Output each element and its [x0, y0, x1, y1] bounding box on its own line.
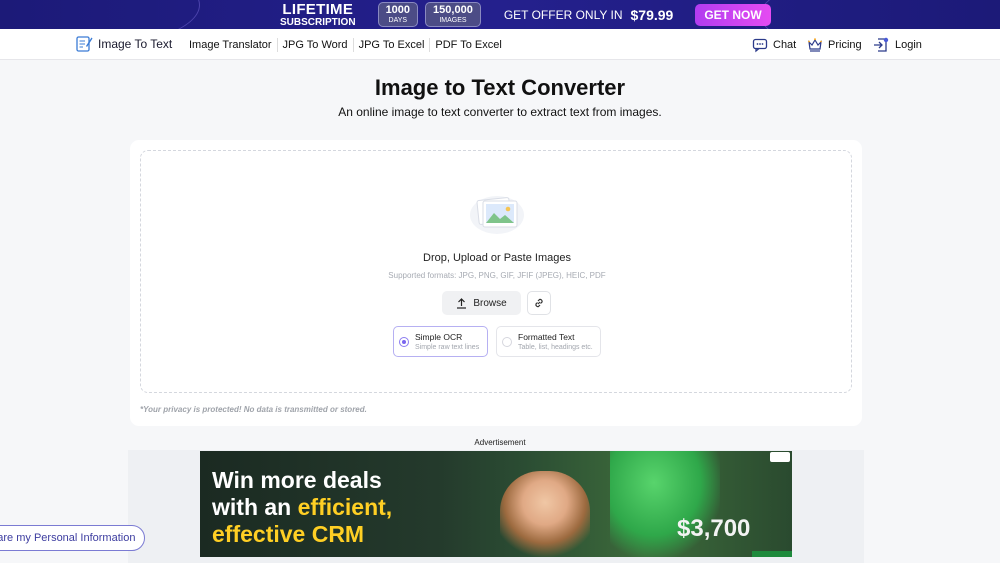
nav-links: Image Translator JPG To Word JPG To Exce…	[189, 29, 507, 60]
offer-price: $79.99	[630, 6, 674, 23]
adchoices-icon[interactable]	[770, 452, 790, 462]
drop-title: Drop, Upload or Paste Images	[423, 252, 571, 264]
ad-label: Advertisement	[474, 438, 526, 447]
promo-banner[interactable]: LIFETIME SUBSCRIPTION 1000 DAYS 150,000 …	[0, 0, 1000, 29]
ad-decor-bar	[752, 551, 792, 557]
nav-link-pdf-to-excel[interactable]: PDF To Excel	[429, 37, 506, 52]
chat-button[interactable]: Chat	[752, 29, 796, 60]
brand-logo[interactable]: Image To Text	[76, 35, 172, 52]
mode-formatted-text[interactable]: Formatted Text Table, list, headings etc…	[496, 326, 601, 357]
login-icon	[874, 37, 889, 52]
ad-banner[interactable]: Win more deals with an efficient, effect…	[200, 451, 792, 557]
browse-button[interactable]: Browse	[442, 291, 521, 315]
lifetime-subscription-label: LIFETIME SUBSCRIPTION	[280, 0, 356, 28]
get-now-button[interactable]: GET NOW	[695, 3, 771, 26]
link-icon	[535, 298, 543, 308]
ad-headline: Win more deals with an efficient, effect…	[212, 467, 393, 547]
ad-woman-image	[500, 471, 590, 557]
crown-icon	[808, 37, 822, 52]
image-upload-icon	[470, 196, 524, 234]
page-subtitle: An online image to text converter to ext…	[338, 105, 662, 119]
days-badge: 1000 DAYS	[377, 2, 419, 27]
nav-link-jpg-to-excel[interactable]: JPG To Excel	[352, 37, 430, 52]
nav-link-image-translator[interactable]: Image Translator	[189, 38, 277, 52]
do-not-sell-button[interactable]: t share my Personal Information	[0, 525, 145, 551]
decorative-swirl	[760, 0, 1000, 29]
ad-amount: $3,700	[677, 515, 751, 542]
supported-formats: Supported formats: JPG, PNG, GIF, JFIF (…	[388, 271, 606, 280]
paste-url-button[interactable]	[527, 291, 551, 315]
login-button[interactable]: Login	[872, 29, 922, 60]
chat-icon	[752, 38, 768, 52]
text-edit-icon	[76, 36, 93, 52]
nav-link-jpg-to-word[interactable]: JPG To Word	[276, 37, 353, 52]
upload-icon	[457, 297, 467, 309]
decorative-swirl	[0, 0, 200, 29]
top-nav: Image To Text Image Translator JPG To Wo…	[0, 29, 1000, 60]
brand-name: Image To Text	[98, 36, 173, 51]
converter-card: Drop, Upload or Paste Images Supported f…	[130, 140, 862, 426]
drop-zone[interactable]: Drop, Upload or Paste Images Supported f…	[140, 150, 852, 393]
offer-text: GET OFFER ONLY IN	[503, 7, 623, 22]
pricing-button[interactable]: Pricing	[807, 29, 862, 60]
page-title: Image to Text Converter	[374, 75, 626, 100]
mode-simple-ocr[interactable]: Simple OCR Simple raw text lines	[393, 326, 488, 357]
images-badge: 150,000 IMAGES	[425, 2, 481, 27]
radio-selected	[399, 337, 409, 347]
radio-unselected	[502, 337, 512, 347]
privacy-note: *Your privacy is protected! No data is t…	[140, 405, 367, 414]
